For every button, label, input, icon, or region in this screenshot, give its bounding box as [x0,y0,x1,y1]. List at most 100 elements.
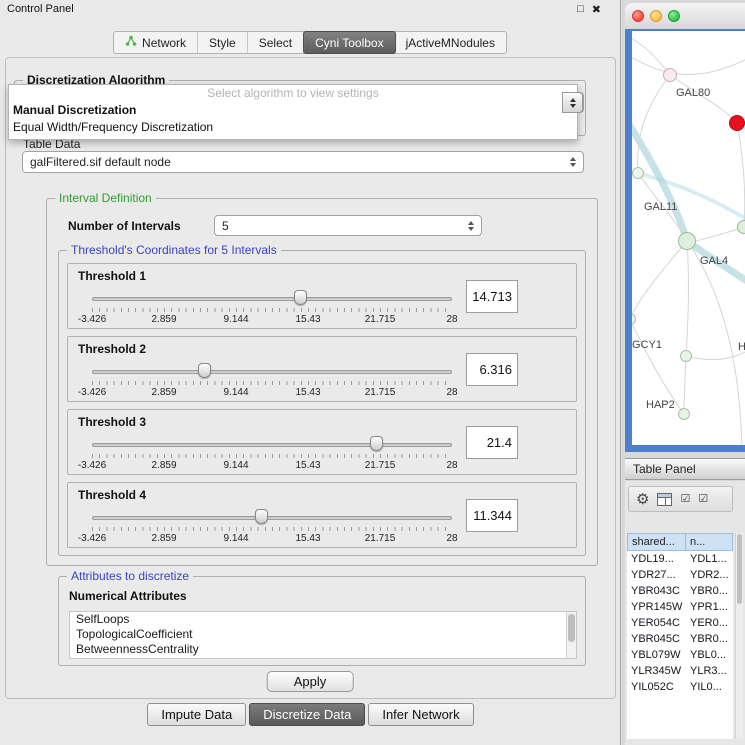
tab-jactivemnodules[interactable]: jActiveMNodules [395,32,506,53]
tab-impute-data[interactable]: Impute Data [147,703,246,726]
tick-label: 28 [446,314,457,325]
slider-thumb[interactable] [294,290,307,305]
table-row[interactable]: YIL052CYIL0... [627,679,733,695]
slider-track[interactable] [92,297,452,301]
tick-label: 28 [446,533,457,544]
tick-label: 2.859 [151,314,176,325]
slider-thumb[interactable] [198,363,211,378]
tick-label: 21.715 [365,460,396,471]
network-node[interactable] [729,115,745,131]
slider-track[interactable] [92,443,452,447]
tick-label: 28 [446,460,457,471]
tab-cyni-toolbox[interactable]: Cyni Toolbox [303,31,395,54]
table-row[interactable]: YDL19...YDL1... [627,551,733,567]
combobox-stepper-icon[interactable] [468,221,474,231]
dropdown-option-manual-discretization[interactable]: Manual Discretization [9,102,577,119]
thresholds-group: Threshold's Coordinates for 5 Intervals … [58,250,586,556]
tick-label: 21.715 [365,387,396,398]
threshold-value-field[interactable]: 6.316 [466,353,518,386]
tick-label: 21.715 [365,533,396,544]
table-cell: YPR145W [627,601,686,613]
table-cell: YPR1... [686,601,733,613]
table-row[interactable]: YBL079WYBL0... [627,647,733,663]
threshold-3-slider[interactable] [92,436,452,454]
float-window-icon[interactable]: □ [577,3,584,16]
tick-label: 15.43 [295,460,320,471]
tick-label: 9.144 [223,314,248,325]
threshold-1-panel: Threshold 1 -3.4262.8599.14415.4321.7152… [67,263,577,329]
slider-track[interactable] [92,370,452,374]
table-data-combobox[interactable]: galFiltered.sif default node [22,151,584,173]
table-row[interactable]: YLR345WYLR3... [627,663,733,679]
threshold-label: Threshold 1 [78,269,146,283]
list-item-betweennesscentrality[interactable]: BetweennessCentrality [70,642,576,657]
threshold-1-slider[interactable] [92,290,452,308]
close-icon[interactable]: ✖ [592,3,601,16]
threshold-value-field[interactable]: 11.344 [466,499,518,532]
slider-thumb[interactable] [255,509,268,524]
table-header-row: shared... n... [627,533,733,551]
slider-track[interactable] [92,516,452,520]
table-panel: ⚙ ☑ ☑ shared... n... YDL19...YDL1...YDR2… [625,481,745,745]
tab-select[interactable]: Select [248,32,304,53]
column-header-shared-name[interactable]: shared... [627,533,686,551]
tab-infer-network[interactable]: Infer Network [368,703,473,726]
tick-label: 21.715 [365,314,396,325]
tick-label: 15.43 [295,533,320,544]
network-node[interactable] [737,220,745,234]
tab-label: jActiveMNodules [406,36,495,50]
network-node[interactable] [680,350,692,362]
dropdown-option-equal-width-frequency[interactable]: Equal Width/Frequency Discretization [9,119,577,136]
number-of-intervals-combobox[interactable]: 5 [214,215,482,236]
table-row[interactable]: YER054CYER0... [627,615,733,631]
algorithm-combobox-stepper[interactable] [562,92,583,113]
scrollbar-thumb[interactable] [568,614,575,642]
network-node[interactable] [663,68,677,82]
table-cell: YDL19... [627,553,686,565]
columns-icon[interactable] [657,493,672,506]
combobox-stepper-icon[interactable] [570,157,576,167]
slider-thumb[interactable] [370,436,383,451]
threshold-value-field[interactable]: 21.4 [466,426,518,459]
group-title: Attributes to discretize [67,569,193,583]
table-cell: YLR345W [627,665,686,677]
scrollbar-thumb[interactable] [737,534,742,604]
table-row[interactable]: YDR27...YDR2... [627,567,733,583]
tab-network[interactable]: Network [114,32,198,53]
list-item-selfloops[interactable]: SelfLoops [70,612,576,627]
zoom-traffic-light-icon[interactable] [668,10,680,22]
network-node[interactable] [678,232,696,250]
select-none-checkbox-icon[interactable]: ☑ [698,494,708,505]
table-cell: YBR0... [686,633,733,645]
tick-label: 15.43 [295,387,320,398]
table-row[interactable]: YPR145WYPR1... [627,599,733,615]
tab-style[interactable]: Style [198,32,248,53]
table-scrollbar[interactable] [735,533,743,739]
control-panel-titlebar: Control Panel □ ✖ [0,0,620,18]
tab-discretize-data[interactable]: Discretize Data [249,703,365,726]
network-canvas[interactable]: GAL80GAL11GAL4GCY1HAP2H [632,31,745,445]
list-scrollbar[interactable] [566,612,576,658]
table-row[interactable]: YBR045CYBR0... [627,631,733,647]
table-panel-header: Table Panel [625,458,745,480]
node-label: GCY1 [632,339,662,351]
close-traffic-light-icon[interactable] [632,10,644,22]
list-item-topologicalcoefficient[interactable]: TopologicalCoefficient [70,627,576,642]
table-cell: YER054C [627,617,686,629]
network-node[interactable] [678,408,690,420]
apply-button[interactable]: Apply [267,671,354,692]
column-header-name[interactable]: n... [686,533,733,551]
network-node[interactable] [632,167,644,179]
attributes-group: Attributes to discretize Numerical Attri… [58,576,586,666]
table-cell: YER0... [686,617,733,629]
dropdown-hint-item: Select algorithm to view settings [9,85,577,102]
threshold-4-slider[interactable] [92,509,452,527]
select-all-checkbox-icon[interactable]: ☑ [680,494,690,505]
gear-icon[interactable]: ⚙ [636,492,649,507]
threshold-2-slider[interactable] [92,363,452,381]
minimize-traffic-light-icon[interactable] [650,10,662,22]
threshold-value-field[interactable]: 14.713 [466,280,518,313]
table-row[interactable]: YBR043CYBR0... [627,583,733,599]
tab-label: Style [209,36,236,50]
top-tab-bar: Network Style Select Cyni Toolbox jActiv… [113,31,507,54]
